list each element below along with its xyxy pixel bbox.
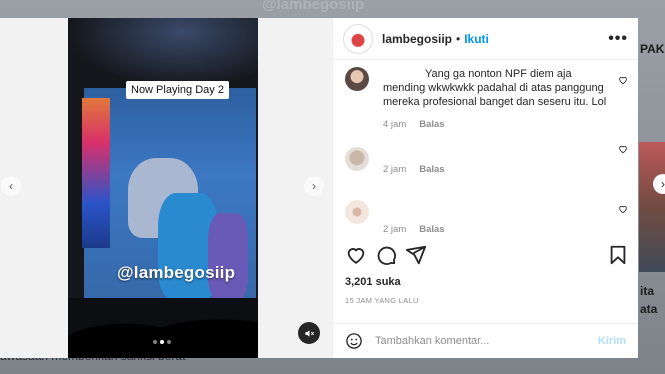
share-icon[interactable] bbox=[405, 244, 427, 266]
stage-screen-left bbox=[82, 98, 110, 248]
stage-lights bbox=[68, 18, 258, 88]
heart-icon[interactable] bbox=[345, 244, 367, 266]
comment-avatar[interactable] bbox=[345, 200, 369, 224]
comment-icon[interactable] bbox=[375, 244, 397, 266]
comment-like-icon[interactable] bbox=[618, 75, 628, 85]
media-watermark: @lambegosiip bbox=[117, 263, 236, 282]
mute-icon bbox=[304, 329, 314, 337]
background-thumbnail bbox=[639, 142, 665, 272]
emoji-icon[interactable] bbox=[345, 332, 363, 350]
comment-time: 2 jam bbox=[383, 224, 407, 235]
chevron-right-icon: › bbox=[312, 179, 316, 193]
comment-input[interactable] bbox=[375, 335, 598, 347]
comment-text bbox=[383, 150, 612, 164]
reply-button[interactable]: Balas bbox=[419, 224, 444, 235]
previous-post-button[interactable]: ‹ bbox=[1, 176, 21, 196]
background-heading: @lambegosiip bbox=[262, 0, 365, 13]
comment-avatar[interactable] bbox=[345, 67, 369, 91]
post-details-panel: lambegosiip • Ikuti ••• Yang ga nonton N… bbox=[332, 18, 638, 358]
comment-meta: 2 jam Balas bbox=[383, 164, 612, 175]
background-right-text: ata bbox=[640, 302, 658, 316]
more-options-button[interactable]: ••• bbox=[608, 30, 628, 48]
comment-item: 2 jam Balas bbox=[333, 145, 638, 192]
carousel-dot bbox=[153, 340, 157, 344]
crowd-silhouettes bbox=[68, 298, 258, 358]
post-comment-button[interactable]: Kirim bbox=[598, 335, 626, 347]
comment-time: 4 jam bbox=[383, 119, 407, 130]
comment-like-icon[interactable] bbox=[618, 204, 628, 214]
comment-item: 2 jam Balas bbox=[333, 200, 638, 237]
next-media-button[interactable]: › bbox=[304, 176, 324, 196]
username-link[interactable]: lambegosiip bbox=[382, 32, 452, 46]
comment-list[interactable]: Yang ga nonton NPF diem aja mending wkwk… bbox=[333, 61, 638, 237]
comment-time: 2 jam bbox=[383, 164, 407, 175]
avatar[interactable] bbox=[343, 23, 373, 54]
comment-item: Yang ga nonton NPF diem aja mending wkwk… bbox=[333, 67, 638, 130]
comment-meta: 4 jam Balas bbox=[383, 119, 612, 130]
carousel-dots bbox=[153, 340, 171, 344]
bookmark-icon[interactable] bbox=[607, 244, 629, 266]
mute-button[interactable] bbox=[298, 322, 320, 344]
background-right-text: PAK bbox=[640, 42, 665, 56]
chevron-right-icon: › bbox=[661, 177, 665, 191]
background-right-text: ita bbox=[640, 284, 655, 298]
like-count[interactable]: 3,201 suka bbox=[345, 276, 401, 288]
add-comment-bar: Kirim bbox=[333, 323, 638, 358]
post-header: lambegosiip • Ikuti ••• bbox=[333, 18, 638, 60]
post-media[interactable]: Now Playing Day 2 @lambegosiip bbox=[68, 18, 258, 358]
header-separator: • bbox=[456, 31, 461, 46]
comment-like-icon[interactable] bbox=[618, 144, 628, 154]
carousel-dot-active bbox=[160, 340, 164, 344]
post-timestamp: 15 JAM YANG LALU bbox=[345, 296, 419, 305]
comment-meta: 2 jam Balas bbox=[383, 224, 612, 235]
carousel-dot bbox=[167, 340, 171, 344]
now-playing-label: Now Playing Day 2 bbox=[126, 81, 229, 99]
comment-avatar[interactable] bbox=[345, 147, 369, 171]
follow-button[interactable]: Ikuti bbox=[464, 32, 489, 46]
more-icon: ••• bbox=[608, 29, 628, 47]
chevron-left-icon: ‹ bbox=[9, 179, 13, 193]
comment-text: Yang ga nonton NPF diem aja mending wkwk… bbox=[383, 68, 607, 108]
comment-text bbox=[383, 200, 612, 214]
reply-button[interactable]: Balas bbox=[419, 164, 444, 175]
post-actions bbox=[345, 244, 627, 268]
performer bbox=[208, 213, 248, 303]
reply-button[interactable]: Balas bbox=[419, 119, 444, 130]
